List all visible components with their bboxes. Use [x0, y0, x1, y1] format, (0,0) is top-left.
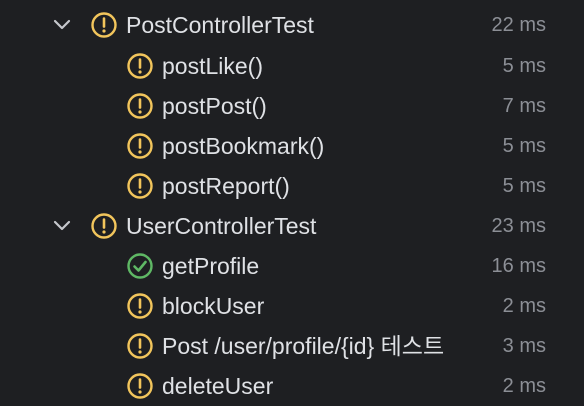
test-name: deleteUser: [162, 373, 274, 399]
test-row[interactable]: postLike() 5 ms: [0, 46, 584, 86]
test-duration: 7 ms: [502, 95, 546, 117]
test-duration: 3 ms: [502, 335, 546, 357]
test-class-name: PostControllerTest: [126, 12, 314, 38]
test-duration: 5 ms: [502, 55, 546, 77]
warning-icon: [127, 333, 153, 359]
test-duration: 2 ms: [502, 295, 546, 317]
test-row[interactable]: postPost() 7 ms: [0, 86, 584, 126]
test-results-tree: PostControllerTest 22 ms postLike() 5 ms…: [0, 0, 584, 406]
chevron-down-icon[interactable]: [50, 218, 74, 234]
warning-icon: [127, 53, 153, 79]
test-row[interactable]: getProfile 16 ms: [0, 246, 584, 286]
warning-icon: [127, 173, 153, 199]
test-name: getProfile: [162, 253, 260, 279]
warning-icon: [127, 293, 153, 319]
warning-icon: [127, 93, 153, 119]
test-class-name: UserControllerTest: [126, 213, 317, 239]
test-row[interactable]: postBookmark() 5 ms: [0, 126, 584, 166]
test-name: postLike(): [162, 53, 263, 79]
warning-icon: [127, 133, 153, 159]
test-name: blockUser: [162, 293, 265, 319]
chevron-down-icon[interactable]: [50, 17, 74, 33]
test-row[interactable]: Post /user/profile/{id} 테스트 3 ms: [0, 326, 584, 366]
check-circle-icon: [127, 253, 153, 279]
test-duration: 23 ms: [491, 215, 546, 237]
warning-icon: [91, 213, 117, 239]
test-name: postPost(): [162, 93, 267, 119]
test-class-row[interactable]: PostControllerTest 22 ms: [0, 5, 584, 45]
test-duration: 22 ms: [491, 14, 546, 36]
test-row[interactable]: postReport() 5 ms: [0, 166, 584, 206]
test-class-row[interactable]: UserControllerTest 23 ms: [0, 206, 584, 246]
warning-icon: [91, 12, 117, 38]
test-duration: 5 ms: [502, 175, 546, 197]
test-name: postReport(): [162, 173, 290, 199]
test-name: Post /user/profile/{id} 테스트: [162, 333, 445, 359]
test-duration: 5 ms: [502, 135, 546, 157]
test-duration: 16 ms: [491, 255, 546, 277]
test-row[interactable]: deleteUser 2 ms: [0, 366, 584, 406]
test-duration: 2 ms: [502, 375, 546, 397]
warning-icon: [127, 373, 153, 399]
test-row[interactable]: blockUser 2 ms: [0, 286, 584, 326]
test-name: postBookmark(): [162, 133, 325, 159]
